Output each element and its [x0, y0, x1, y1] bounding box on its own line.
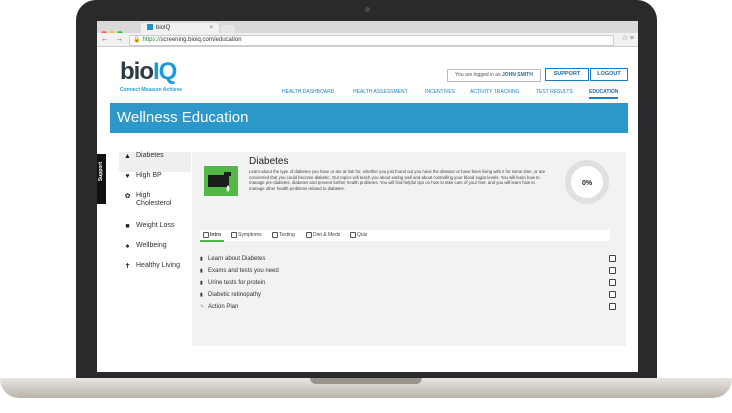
tab-checkbox [306, 231, 312, 238]
nav-activity-tracking[interactable]: ACTIVITY TRACKING [470, 89, 520, 95]
browser-tab[interactable]: bioIQ × [141, 23, 219, 33]
tab-checkbox [350, 231, 356, 238]
bioiq-logo[interactable]: bioIQ [120, 58, 177, 86]
url-scheme: https:// [142, 37, 161, 43]
tab-diet-meds[interactable]: Diet & Meds [306, 230, 340, 241]
lesson-item[interactable]: ▮ Urine tests for protein [200, 277, 620, 289]
tab-quiz[interactable]: Quiz [350, 230, 367, 241]
sidebar-item-healthy-living[interactable]: ✝ Healthy Living [119, 262, 191, 282]
nav-incentives[interactable]: INCENTIVES [425, 89, 455, 95]
sidebar-item-label: Wellbeing [136, 242, 167, 249]
document-icon: ▮ [200, 280, 203, 286]
document-icon: ▮ [200, 256, 203, 262]
sidebar-item-label: High Cholesterol [136, 192, 172, 207]
lesson-item[interactable]: ▮ Exams and tests you need [200, 265, 620, 277]
lesson-label: Diabetic retinopathy [208, 292, 262, 298]
lesson-checkbox[interactable] [609, 279, 616, 286]
sidebar-item-high-cholesterol[interactable]: ✿ High Cholesterol [119, 192, 191, 222]
address-bar-row: ← → C 🔒 https://screening.bioiq.com/educa… [97, 33, 638, 47]
sidebar-item-label: Diabetes [136, 152, 164, 159]
sidebar-item-label: Weight Loss [136, 222, 175, 229]
logo-bio: bio [120, 58, 154, 85]
tab-symptoms[interactable]: Symptoms [231, 230, 262, 241]
pencil-icon: ✎ [200, 304, 205, 310]
url-input[interactable]: 🔒 https://screening.bioiq.com/education [129, 35, 614, 46]
new-tab-button[interactable] [221, 25, 235, 33]
topic-sidebar: ▲ Diabetes ♥ High BP ✿ High Cholesterol ■ We… [119, 152, 191, 282]
tab-checkbox [272, 231, 278, 238]
lesson-list: ▮ Learn about Diabetes ▮ Exams and tests y… [200, 253, 620, 313]
progress-percent: 0% [581, 180, 593, 187]
topic-panel: Diabetes Learn about the type of diabete… [192, 152, 626, 346]
topic-tabs: Intro Symptoms Testing Diet & Meds Quiz [200, 230, 610, 241]
browser-tools[interactable]: ☆ ≡ [622, 34, 634, 42]
site-header: bioIQ Connect Measure Achieve You are lo… [97, 47, 638, 102]
lock-icon: 🔒 [133, 37, 141, 43]
active-tab-indicator [200, 240, 224, 242]
lesson-checkbox[interactable] [609, 255, 616, 262]
lesson-checkbox[interactable] [609, 291, 616, 298]
lesson-label: Urine tests for protein [208, 280, 266, 286]
logout-button[interactable]: LOGOUT [590, 68, 628, 81]
tab-checkbox [231, 231, 237, 238]
document-icon: ▮ [200, 268, 203, 274]
tab-title: bioIQ [156, 25, 171, 31]
sidebar-item-high-bp[interactable]: ♥ High BP [119, 172, 191, 192]
progress-ring: 0% [565, 160, 609, 204]
tab-label: Intro [210, 232, 222, 238]
topic-title: Diabetes [249, 156, 289, 167]
cholesterol-icon: ✿ [124, 193, 131, 200]
nav-health-dashboard[interactable]: HEALTH DASHBOARD [282, 89, 334, 95]
close-tab-icon[interactable]: × [209, 23, 213, 33]
lesson-item[interactable]: ▮ Learn about Diabetes [200, 253, 620, 265]
lesson-item[interactable]: ✎ Action Plan [200, 301, 620, 313]
favicon-icon [147, 24, 153, 31]
wellbeing-icon: ♠ [125, 243, 130, 250]
tab-testing[interactable]: Testing [272, 230, 295, 241]
diabetes-icon: ▲ [124, 153, 131, 160]
tab-label: Symptoms [238, 232, 262, 238]
diabetes-hand-icon [204, 166, 238, 196]
scale-icon: ■ [125, 223, 130, 230]
support-side-label: Support [98, 162, 104, 182]
support-button[interactable]: SUPPORT [545, 68, 589, 81]
lesson-item[interactable]: ▮ Diabetic retinopathy [200, 289, 620, 301]
nav-test-results[interactable]: TEST RESULTS [536, 89, 573, 95]
tab-label: Quiz [357, 232, 368, 238]
logged-in-user: JOHN SMITH [501, 72, 533, 78]
nav-education[interactable]: EDUCATION [589, 89, 619, 99]
healthy-living-icon: ✝ [124, 263, 131, 270]
lesson-checkbox[interactable] [609, 303, 616, 310]
nav-health-assessment[interactable]: HEALTH ASSESSMENT [353, 89, 408, 95]
laptop-notch [310, 378, 422, 384]
tab-checkbox [203, 231, 209, 238]
browser-tabbar: bioIQ × [97, 21, 638, 37]
sidebar-item-label: High BP [136, 172, 162, 179]
page-title: Wellness Education [117, 109, 249, 126]
sidebar-item-diabetes[interactable]: ▲ Diabetes [119, 152, 191, 172]
sidebar-item-label: Healthy Living [136, 262, 180, 269]
lesson-label: Exams and tests you need [208, 268, 279, 274]
sidebar-item-wellbeing[interactable]: ♠ Wellbeing [119, 242, 191, 262]
tab-label: Testing [279, 232, 295, 238]
support-side-tab[interactable]: Support [97, 154, 106, 204]
logo-tagline: Connect Measure Achieve [120, 87, 183, 93]
lesson-checkbox[interactable] [609, 267, 616, 274]
lesson-label: Learn about Diabetes [208, 256, 266, 262]
tab-label: Diet & Meds [313, 232, 341, 238]
logged-in-prefix: You are logged in as [455, 72, 502, 78]
lesson-label: Action Plan [208, 304, 239, 310]
url-path: screening.bioiq.com/education [160, 37, 242, 43]
screen: bioIQ × ← → C 🔒 https://screening.bioiq.c… [97, 21, 638, 372]
logo-iq: IQ [153, 58, 177, 85]
logged-in-status: You are logged in as JOHN SMITH [447, 69, 541, 82]
camera-dot [365, 7, 370, 12]
sidebar-item-weight-loss[interactable]: ■ Weight Loss [119, 222, 191, 242]
page-banner: Wellness Education [110, 103, 628, 133]
heart-icon: ♥ [125, 173, 130, 180]
topic-description: Learn about the type of diabetes you hav… [249, 169, 546, 191]
document-icon: ▮ [200, 292, 203, 298]
